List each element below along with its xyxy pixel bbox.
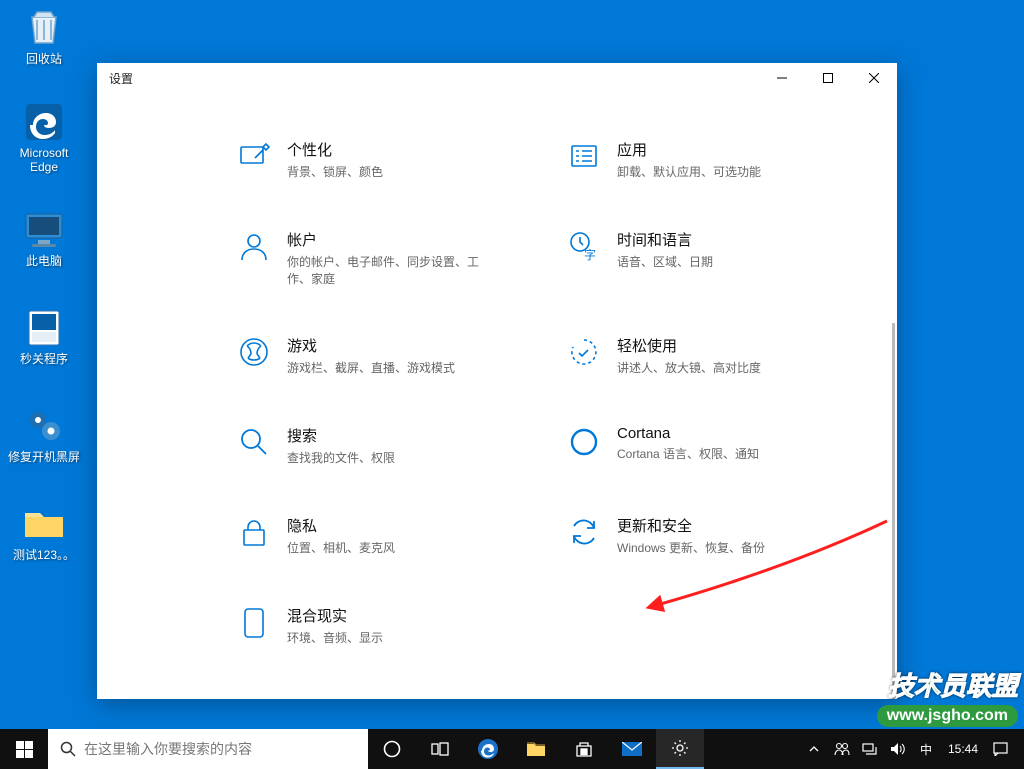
category-privacy[interactable]: 隐私位置、相机、麦克风 — [237, 515, 527, 557]
account-icon — [237, 229, 271, 263]
icon-label: 秒关程序 — [20, 352, 68, 366]
category-accounts[interactable]: 帐户你的帐户、电子邮件、同步设置、工作、家庭 — [237, 229, 527, 288]
maximize-button[interactable] — [805, 63, 851, 93]
shutdown-app[interactable]: 秒关程序 — [6, 306, 82, 366]
category-title: 混合现实 — [287, 605, 383, 626]
search-placeholder: 在这里输入你要搜索的内容 — [84, 739, 252, 759]
computer-icon — [20, 208, 68, 252]
watermark: 技术员联盟 www.jsgho.com — [877, 666, 1018, 727]
search-icon — [60, 741, 76, 757]
scrollbar[interactable] — [892, 323, 895, 699]
microsoft-edge[interactable]: Microsoft Edge — [6, 100, 82, 175]
tray-volume-icon[interactable] — [886, 729, 910, 769]
edge-icon — [20, 100, 68, 144]
system-tray: 中 15:44 — [802, 729, 1024, 769]
category-desc: 环境、音频、显示 — [287, 630, 383, 647]
icon-label: 回收站 — [26, 52, 62, 66]
category-title: 个性化 — [287, 139, 383, 160]
cortana-button[interactable] — [368, 729, 416, 769]
task-view-button[interactable] — [416, 729, 464, 769]
taskbar-store[interactable] — [560, 729, 608, 769]
category-personalization[interactable]: 个性化背景、锁屏、颜色 — [237, 139, 527, 181]
start-button[interactable] — [0, 729, 48, 769]
icon-label: 修复开机黑屏 — [8, 450, 80, 464]
tray-notifications-icon[interactable] — [988, 729, 1012, 769]
category-title: 应用 — [617, 139, 761, 160]
window-title: 设置 — [109, 70, 133, 87]
category-gaming[interactable]: 游戏游戏栏、截屏、直播、游戏模式 — [237, 335, 527, 377]
apps-icon — [567, 139, 601, 173]
category-desc: 游戏栏、截屏、直播、游戏模式 — [287, 360, 455, 377]
category-title: 轻松使用 — [617, 335, 761, 356]
gaming-icon — [237, 335, 271, 369]
category-title: 时间和语言 — [617, 229, 713, 250]
category-desc: 卸载、默认应用、可选功能 — [617, 164, 761, 181]
ease-icon — [567, 335, 601, 369]
category-apps[interactable]: 应用卸载、默认应用、可选功能 — [567, 139, 857, 181]
category-title: 搜索 — [287, 425, 395, 446]
category-search[interactable]: 搜索查找我的文件、权限 — [237, 425, 527, 467]
watermark-line1: 技术员联盟 — [877, 666, 1018, 703]
this-pc[interactable]: 此电脑 — [6, 208, 82, 268]
taskbar-explorer[interactable] — [512, 729, 560, 769]
folder-icon — [20, 502, 68, 546]
taskbar-settings[interactable] — [656, 729, 704, 769]
tray-network-icon[interactable] — [858, 729, 882, 769]
category-title: 游戏 — [287, 335, 455, 356]
watermark-line2: www.jsgho.com — [877, 705, 1018, 727]
category-cortana[interactable]: Cortana Cortana 语言、权限、通知 — [567, 425, 857, 467]
tray-ime-icon[interactable]: 中 — [914, 729, 938, 769]
mixed-reality-icon — [237, 605, 271, 639]
taskbar-mail[interactable] — [608, 729, 656, 769]
category-desc: 背景、锁屏、颜色 — [287, 164, 383, 181]
taskbar: 在这里输入你要搜索的内容 中 15:44 — [0, 729, 1024, 769]
shutdown-icon — [20, 306, 68, 350]
category-title: 隐私 — [287, 515, 395, 536]
close-button[interactable] — [851, 63, 897, 93]
category-desc: 查找我的文件、权限 — [287, 450, 395, 467]
time-language-icon: 字 — [567, 229, 601, 263]
settings-window: 设置 个性化背景、锁屏、颜色 应用卸载、默认应用、可选功能 帐户你的帐户、电子邮… — [97, 63, 897, 699]
category-desc: Windows 更新、恢复、备份 — [617, 540, 765, 557]
tray-clock[interactable]: 15:44 — [942, 729, 984, 769]
tray-people-icon[interactable] — [830, 729, 854, 769]
taskbar-edge[interactable] — [464, 729, 512, 769]
test-folder[interactable]: 测试123。。 — [6, 502, 82, 562]
update-icon — [567, 515, 601, 549]
show-desktop-button[interactable] — [1016, 729, 1022, 769]
category-desc: 你的帐户、电子邮件、同步设置、工作、家庭 — [287, 254, 487, 288]
category-desc: Cortana 语言、权限、通知 — [617, 446, 759, 463]
taskbar-search[interactable]: 在这里输入你要搜索的内容 — [48, 729, 368, 769]
lock-icon — [237, 515, 271, 549]
category-desc: 位置、相机、麦克风 — [287, 540, 395, 557]
svg-text:字: 字 — [584, 247, 596, 262]
titlebar: 设置 — [97, 63, 897, 93]
minimize-button[interactable] — [759, 63, 805, 93]
recycle-bin-icon — [20, 6, 68, 50]
category-title: 更新和安全 — [617, 515, 765, 536]
personalization-icon — [237, 139, 271, 173]
category-desc: 语音、区域、日期 — [617, 254, 713, 271]
settings-content: 个性化背景、锁屏、颜色 应用卸载、默认应用、可选功能 帐户你的帐户、电子邮件、同… — [97, 93, 897, 699]
recycle-bin[interactable]: 回收站 — [6, 6, 82, 66]
category-title: Cortana — [617, 425, 759, 442]
category-desc: 讲述人、放大镜、高对比度 — [617, 360, 761, 377]
tray-chevron-up-icon[interactable] — [802, 729, 826, 769]
icon-label: 此电脑 — [26, 254, 62, 268]
icon-label: Microsoft Edge — [6, 146, 82, 175]
gears-icon — [20, 404, 68, 448]
fix-blackscreen[interactable]: 修复开机黑屏 — [6, 404, 82, 464]
category-mixed-reality[interactable]: 混合现实环境、音频、显示 — [237, 605, 527, 647]
icon-label: 测试123。。 — [13, 548, 75, 562]
category-ease-of-access[interactable]: 轻松使用讲述人、放大镜、高对比度 — [567, 335, 857, 377]
search-icon — [237, 425, 271, 459]
category-update-security[interactable]: 更新和安全 Windows 更新、恢复、备份 — [567, 515, 857, 557]
category-time-language[interactable]: 字 时间和语言语音、区域、日期 — [567, 229, 857, 288]
cortana-icon — [567, 425, 601, 459]
category-title: 帐户 — [287, 229, 487, 250]
